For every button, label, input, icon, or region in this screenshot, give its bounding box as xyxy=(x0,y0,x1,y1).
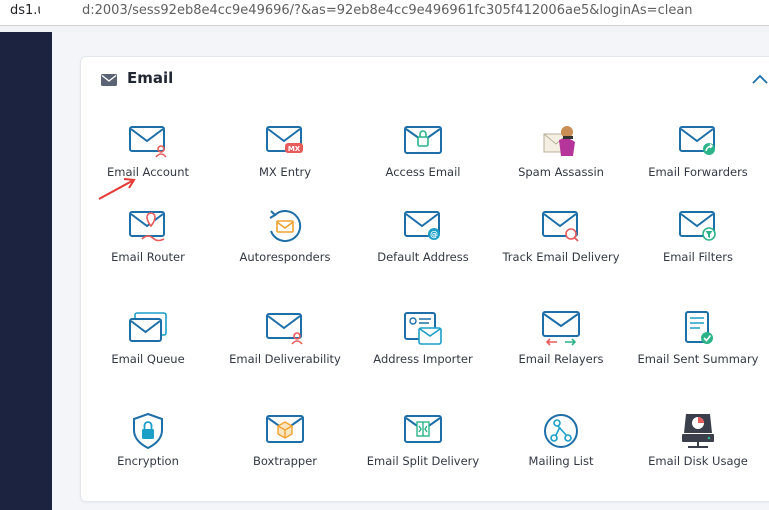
tool-label: Mailing List xyxy=(528,454,594,468)
tool-label: Email Deliverability xyxy=(229,352,341,366)
url-path: d:2003/sess92eb8e4cc9e49696/?&as=92eb8e4… xyxy=(82,3,693,18)
tool-email-router[interactable]: Email Router xyxy=(84,209,212,301)
tool-address-importer[interactable]: Address Importer xyxy=(359,311,487,403)
tool-label: Autoresponders xyxy=(239,250,331,264)
tool-mx-entry[interactable]: MX MX Entry xyxy=(221,124,349,216)
email-disk-usage-icon xyxy=(682,414,714,448)
boxtrapper-icon xyxy=(266,415,304,443)
tool-email-filters[interactable]: Email Filters xyxy=(634,209,762,301)
email-filters-icon xyxy=(679,211,716,241)
tool-email-relayers[interactable]: Email Relayers xyxy=(497,311,625,403)
address-importer-icon xyxy=(404,312,442,345)
email-section-header[interactable]: Email xyxy=(81,57,769,103)
tool-label: Encryption xyxy=(117,454,179,468)
tool-encryption[interactable]: Encryption xyxy=(84,413,212,505)
mx-entry-icon: MX xyxy=(266,126,303,153)
spam-assassin-icon xyxy=(543,126,575,156)
tool-email-split-delivery[interactable]: Email Split Delivery xyxy=(359,413,487,505)
url-redaction xyxy=(40,4,82,20)
tool-email-deliverability[interactable]: Email Deliverability xyxy=(221,311,349,403)
tool-email-sent-summary[interactable]: Email Sent Summary xyxy=(634,311,762,403)
access-email-icon xyxy=(404,126,442,154)
email-account-icon xyxy=(129,126,167,158)
email-relayers-icon xyxy=(542,311,580,346)
autoresponders-icon xyxy=(269,210,302,243)
tool-label: MX Entry xyxy=(258,165,312,179)
tool-label: Email Sent Summary xyxy=(637,352,759,366)
email-queue-icon xyxy=(129,312,167,342)
envelope-icon xyxy=(101,74,117,86)
tool-email-disk-usage[interactable]: Email Disk Usage xyxy=(634,413,762,505)
email-router-icon xyxy=(129,211,165,242)
tool-spam-assassin[interactable]: Spam Assassin xyxy=(497,124,625,216)
tool-label: Access Email xyxy=(385,165,461,179)
svg-text:@: @ xyxy=(430,230,438,239)
tool-label: Email Disk Usage xyxy=(648,454,748,468)
tool-label: Track Email Delivery xyxy=(502,250,620,264)
tool-email-queue[interactable]: Email Queue xyxy=(84,311,212,403)
tool-label: Email Forwarders xyxy=(648,165,748,179)
sidebar xyxy=(0,32,52,510)
email-forwarders-icon xyxy=(679,126,715,155)
encryption-icon xyxy=(133,413,163,449)
address-bar[interactable]: ds1.u d:2003/sess92eb8e4cc9e49696/?&as=9… xyxy=(0,0,769,26)
email-deliverability-icon xyxy=(266,313,303,345)
tool-label: Email Filters xyxy=(662,250,734,264)
tool-access-email[interactable]: Access Email xyxy=(359,124,487,216)
tool-label: Email Relayers xyxy=(518,352,604,366)
tool-label: Boxtrapper xyxy=(252,454,318,468)
email-split-delivery-icon xyxy=(404,415,442,443)
svg-text:MX: MX xyxy=(288,145,301,153)
mailing-list-icon xyxy=(544,414,578,448)
annotation-arrow-icon xyxy=(98,178,136,200)
tool-mailing-list[interactable]: Mailing List xyxy=(497,413,625,505)
section-title: Email xyxy=(127,69,174,87)
tool-track-email-delivery[interactable]: Track Email Delivery xyxy=(497,209,625,301)
chevron-up-icon[interactable] xyxy=(751,73,769,85)
tool-label: Default Address xyxy=(377,250,469,264)
tool-default-address[interactable]: @ Default Address xyxy=(359,209,487,301)
tool-label: Spam Assassin xyxy=(518,165,604,179)
tool-label: Email Split Delivery xyxy=(366,454,480,468)
tool-label: Email Queue xyxy=(111,352,185,366)
tool-label: Address Importer xyxy=(373,352,473,366)
tool-label: Email Router xyxy=(111,250,185,264)
default-address-icon: @ xyxy=(404,211,440,240)
email-sent-summary-icon xyxy=(685,311,713,344)
tool-autoresponders[interactable]: Autoresponders xyxy=(221,209,349,301)
tool-email-account[interactable]: Email Account xyxy=(84,124,212,216)
track-email-delivery-icon xyxy=(542,211,579,242)
tool-email-forwarders[interactable]: Email Forwarders xyxy=(634,124,762,216)
tool-boxtrapper[interactable]: Boxtrapper xyxy=(221,413,349,505)
